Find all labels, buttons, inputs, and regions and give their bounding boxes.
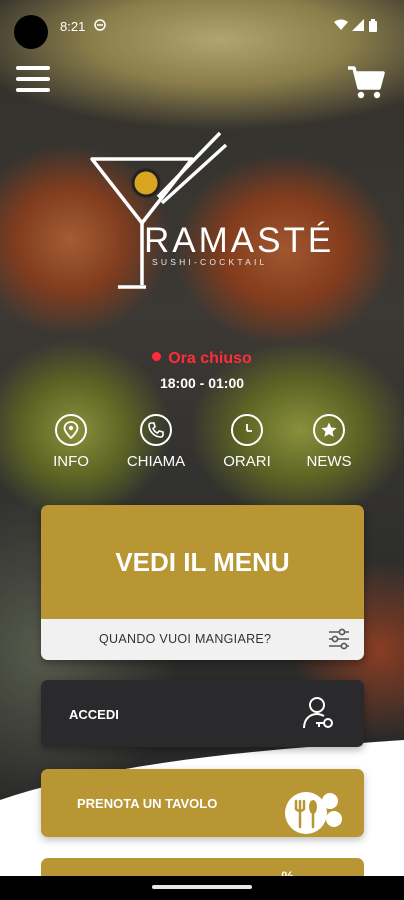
view-menu-title: VEDI IL MENU bbox=[115, 547, 290, 577]
brand-tagline: SUSHI-COCKTAIL bbox=[152, 257, 268, 267]
login-button[interactable]: ACCEDI bbox=[41, 680, 364, 747]
quick-action-label: NEWS bbox=[306, 453, 352, 470]
reserve-table-button[interactable]: PRENOTA UN TAVOLO bbox=[41, 769, 364, 837]
quick-action-news[interactable]: NEWS bbox=[289, 414, 369, 470]
open-status: Ora chiuso bbox=[0, 350, 404, 368]
quick-action-label: ORARI bbox=[223, 453, 271, 470]
brand-logo: RAMASTÉ SUSHI-COCKTAIL bbox=[88, 125, 331, 295]
cutlery-plate-icon bbox=[285, 792, 342, 834]
star-badge-icon bbox=[313, 414, 345, 446]
battery-icon bbox=[369, 19, 377, 35]
cocktail-glass-icon bbox=[90, 131, 228, 289]
status-bar: 8:21 bbox=[0, 0, 404, 49]
quick-action-label: CHIAMA bbox=[126, 453, 186, 470]
sliders-icon bbox=[329, 628, 349, 650]
phone-icon bbox=[140, 414, 172, 446]
wifi-icon bbox=[334, 19, 348, 34]
hamburger-menu-icon[interactable] bbox=[16, 66, 50, 96]
camera-cutout bbox=[14, 15, 48, 49]
status-clock: 8:21 bbox=[60, 19, 86, 34]
brand-name: RAMASTÉ bbox=[144, 221, 335, 260]
clock-icon bbox=[231, 414, 263, 446]
status-dot bbox=[152, 352, 162, 362]
order-time-selector[interactable]: QUANDO VUOI MANGIARE? bbox=[41, 619, 364, 660]
quick-action-info[interactable]: INFO bbox=[31, 414, 111, 470]
system-nav-bar bbox=[0, 876, 404, 900]
home-gesture-handle[interactable] bbox=[152, 885, 252, 889]
view-menu-card[interactable]: VEDI IL MENU QUANDO VUOI MANGIARE? bbox=[41, 505, 364, 660]
cart-icon[interactable] bbox=[346, 64, 386, 100]
cellular-signal-icon bbox=[352, 19, 364, 34]
quick-action-label: INFO bbox=[53, 453, 89, 470]
user-key-icon bbox=[303, 697, 333, 729]
reserve-table-label: PRENOTA UN TAVOLO bbox=[77, 796, 218, 811]
open-status-label: Ora chiuso bbox=[168, 350, 252, 367]
location-pin-icon bbox=[55, 414, 87, 446]
order-time-label: QUANDO VUOI MANGIARE? bbox=[99, 632, 272, 646]
sync-icon bbox=[94, 19, 106, 34]
quick-action-call[interactable]: CHIAMA bbox=[116, 414, 196, 470]
quick-action-hours[interactable]: ORARI bbox=[207, 414, 287, 470]
opening-hours: 18:00 - 01:00 bbox=[159, 375, 245, 391]
login-button-label: ACCEDI bbox=[69, 707, 119, 722]
